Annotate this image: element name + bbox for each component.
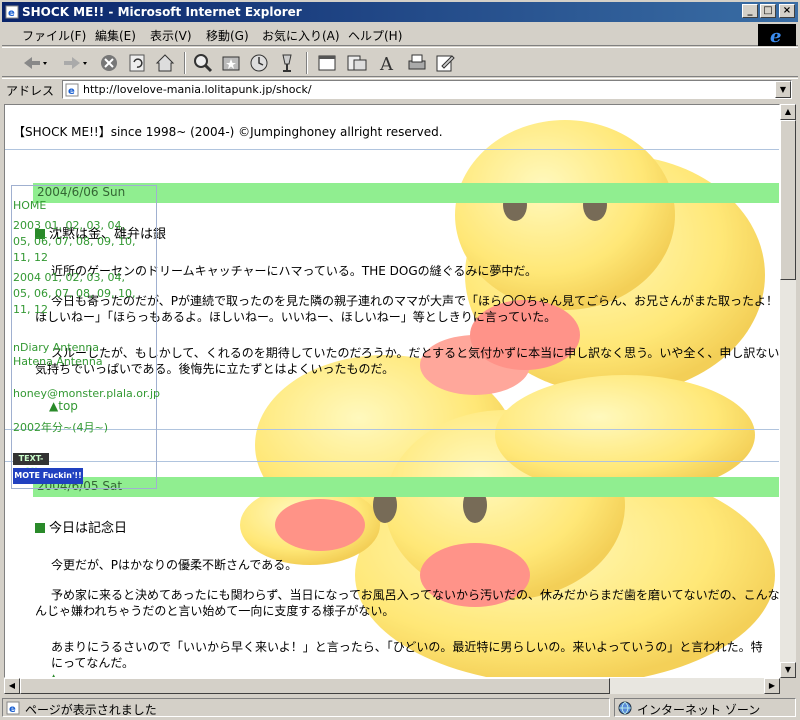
close-button[interactable]: × bbox=[779, 4, 795, 18]
security-zone-panel: インターネット ゾーン bbox=[614, 698, 796, 717]
menu-favorites[interactable]: お気に入り(A) bbox=[262, 27, 340, 44]
sidebar-home-link[interactable]: HOME bbox=[13, 199, 46, 212]
square-bullet-icon bbox=[35, 523, 45, 533]
ie-page-icon: e bbox=[6, 701, 20, 715]
svg-text:e: e bbox=[770, 26, 781, 46]
sidebar-2004-months[interactable]: 05, 06, 07, 08, 09, 10, bbox=[13, 287, 135, 300]
menu-file[interactable]: ファイル(F) bbox=[22, 27, 86, 44]
svg-text:e: e bbox=[68, 86, 75, 97]
globe-icon bbox=[618, 701, 632, 715]
sidebar-hatena-antenna-link[interactable]: Hatena Antenna bbox=[13, 355, 103, 368]
menu-bar: ファイル(F) 編集(E) 表示(V) 移動(G) お気に入り(A) ヘルプ(H… bbox=[2, 24, 798, 46]
horizontal-scroll-thumb[interactable] bbox=[20, 678, 610, 694]
edit-icon[interactable] bbox=[434, 52, 456, 74]
svg-text:e: e bbox=[8, 8, 15, 19]
channels-icon[interactable] bbox=[276, 52, 298, 74]
mail-icon[interactable] bbox=[346, 52, 368, 74]
page-viewport: 【SHOCK ME!!】since 1998~ (2004-) ©Jumping… bbox=[4, 104, 780, 678]
sidebar-2003-months[interactable]: 11, 12 bbox=[13, 251, 48, 264]
svg-text:e: e bbox=[9, 704, 16, 715]
menu-view[interactable]: 表示(V) bbox=[150, 27, 192, 44]
scroll-up-button[interactable]: ▲ bbox=[780, 104, 796, 120]
search-icon[interactable] bbox=[192, 52, 214, 74]
back-icon[interactable] bbox=[20, 52, 50, 74]
minimize-button[interactable]: _ bbox=[742, 4, 758, 18]
status-message-panel: e ページが表示されました bbox=[2, 698, 610, 717]
stop-icon[interactable] bbox=[98, 52, 120, 74]
entry-paragraph: 近所のゲーセンのドリームキャッチャーにハマっている。THE DOGの縫ぐるみに夢… bbox=[51, 264, 538, 278]
maximize-button[interactable]: □ bbox=[760, 4, 776, 18]
menu-go[interactable]: 移動(G) bbox=[206, 27, 249, 44]
copyright-text: 【SHOCK ME!!】since 1998~ (2004-) ©Jumping… bbox=[13, 125, 443, 139]
svg-text:A: A bbox=[379, 54, 394, 74]
ie-page-icon: e bbox=[65, 83, 79, 97]
sidebar-2003-months[interactable]: 2003 01, 02, 03, 04, bbox=[13, 219, 125, 232]
window-title: SHOCK ME!! - Microsoft Internet Explorer bbox=[22, 5, 302, 19]
menu-edit[interactable]: 編集(E) bbox=[95, 27, 136, 44]
address-url: http://lovelove-mania.lolitapunk.jp/shoc… bbox=[83, 83, 312, 96]
horizontal-scrollbar[interactable]: ◀ ▶ bbox=[4, 678, 780, 694]
toolbar: A bbox=[2, 47, 798, 77]
sidebar-archive-link[interactable]: 2002年分~(4月~) bbox=[13, 419, 108, 435]
scroll-down-button[interactable]: ▼ bbox=[780, 662, 796, 678]
mote-fuckin-badge[interactable]: MOTE Fuckin'!! bbox=[13, 468, 83, 484]
print-icon[interactable] bbox=[406, 52, 428, 74]
entry-heading: 今日は記念日 bbox=[35, 517, 127, 536]
status-bar: e ページが表示されました インターネット ゾーン bbox=[2, 697, 798, 718]
address-label: アドレス bbox=[6, 84, 55, 98]
vertical-scrollbar[interactable]: ▲ ▼ bbox=[780, 104, 796, 678]
home-icon[interactable] bbox=[154, 52, 176, 74]
browser-window: e SHOCK ME!! - Microsoft Internet Explor… bbox=[0, 0, 800, 720]
top-arrow-icon[interactable]: ▲ bbox=[49, 671, 58, 677]
entry-paragraph: 今更だが、Pはかなりの優柔不断さんである。 bbox=[51, 558, 298, 572]
forward-icon[interactable] bbox=[60, 52, 90, 74]
ie-page-icon: e bbox=[5, 5, 19, 19]
security-zone-text: インターネット ゾーン bbox=[637, 703, 761, 717]
address-dropdown-button[interactable]: ▼ bbox=[775, 81, 791, 98]
address-bar: アドレス e http://lovelove-mania.lolitapunk.… bbox=[2, 78, 798, 100]
ie-logo-icon: e bbox=[758, 24, 796, 46]
sidebar-email-link[interactable]: honey@monster.plala.or.jp bbox=[13, 387, 160, 400]
scroll-right-button[interactable]: ▶ bbox=[764, 678, 780, 694]
history-icon[interactable] bbox=[248, 52, 270, 74]
sidebar-2004-months[interactable]: 11, 12 bbox=[13, 303, 48, 316]
fullscreen-icon[interactable] bbox=[316, 52, 338, 74]
menu-help[interactable]: ヘルプ(H) bbox=[348, 27, 402, 44]
refresh-icon[interactable] bbox=[126, 52, 148, 74]
font-icon[interactable]: A bbox=[376, 52, 398, 74]
address-input[interactable]: e http://lovelove-mania.lolitapunk.jp/sh… bbox=[62, 80, 792, 99]
sidebar-2003-months[interactable]: 05, 06, 07, 08, 09, 10, bbox=[13, 235, 135, 248]
text-an-badge[interactable]: TEXT-AN bbox=[13, 453, 49, 475]
sidebar-2004-months[interactable]: 2004 01, 02, 03, 04, bbox=[13, 271, 125, 284]
entry-paragraph: 予め家に来ると決めてあったにも関わらず、当日になってお風呂入ってないから汚いだの… bbox=[35, 588, 780, 618]
vertical-scroll-thumb[interactable] bbox=[780, 120, 796, 280]
divider bbox=[5, 149, 779, 150]
sidebar-ndiary-antenna-link[interactable]: nDiary Antenna bbox=[13, 341, 99, 354]
entry-paragraph: あまりにうるさいので「いいから早く来いよ！」と言ったら、「ひどいの。最近特に男ら… bbox=[51, 640, 763, 670]
toolbar-separator bbox=[184, 52, 186, 74]
title-bar[interactable]: e SHOCK ME!! - Microsoft Internet Explor… bbox=[2, 2, 798, 22]
toolbar-separator bbox=[306, 52, 308, 74]
favorites-icon[interactable] bbox=[220, 52, 242, 74]
status-text: ページが表示されました bbox=[25, 703, 157, 717]
scroll-left-button[interactable]: ◀ bbox=[4, 678, 20, 694]
